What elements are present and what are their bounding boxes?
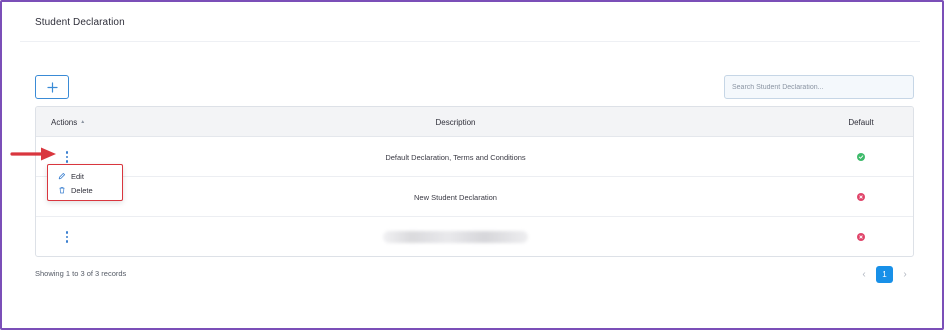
plus-icon [46,81,58,93]
annotation-arrow-icon [10,147,56,161]
chevron-right-icon[interactable]: › [898,266,912,282]
not-default-x-icon [857,193,865,201]
chevron-left-icon[interactable]: ‹ [857,266,871,282]
delete-menu-label: Delete [71,185,93,195]
declarations-table: Actions ▲ Description Default Default De… [35,106,914,257]
delete-menu-item[interactable]: Delete [58,184,93,196]
table-row: Default Declaration, Terms and Condition… [36,137,913,177]
trash-icon [59,186,65,194]
add-declaration-button[interactable] [35,75,69,99]
row-description: Default Declaration, Terms and Condition… [385,152,526,162]
table-header: Actions ▲ Description Default [36,107,913,137]
title-divider [20,41,920,42]
search-input[interactable] [724,75,914,99]
redacted-text [383,231,528,243]
page-title: Student Declaration [35,17,125,28]
row-description: New Student Declaration [414,192,497,202]
edit-menu-label: Edit [71,171,84,181]
app-frame: Student Declaration Actions ▲ Descriptio… [0,0,944,330]
table-row: New Student Declaration [36,177,913,217]
pagination-page-button[interactable]: 1 [876,266,893,283]
row-description-blurred [36,217,875,256]
not-default-x-icon [857,233,865,241]
edit-menu-item[interactable]: Edit [58,170,84,182]
row-actions-dropdown: Edit Delete [47,164,123,201]
column-header-description: Description [435,117,476,127]
default-check-icon [857,153,865,161]
records-summary: Showing 1 to 3 of 3 records [35,269,127,278]
table-row [36,217,913,256]
pencil-icon [58,173,65,180]
column-header-default: Default [848,117,874,127]
